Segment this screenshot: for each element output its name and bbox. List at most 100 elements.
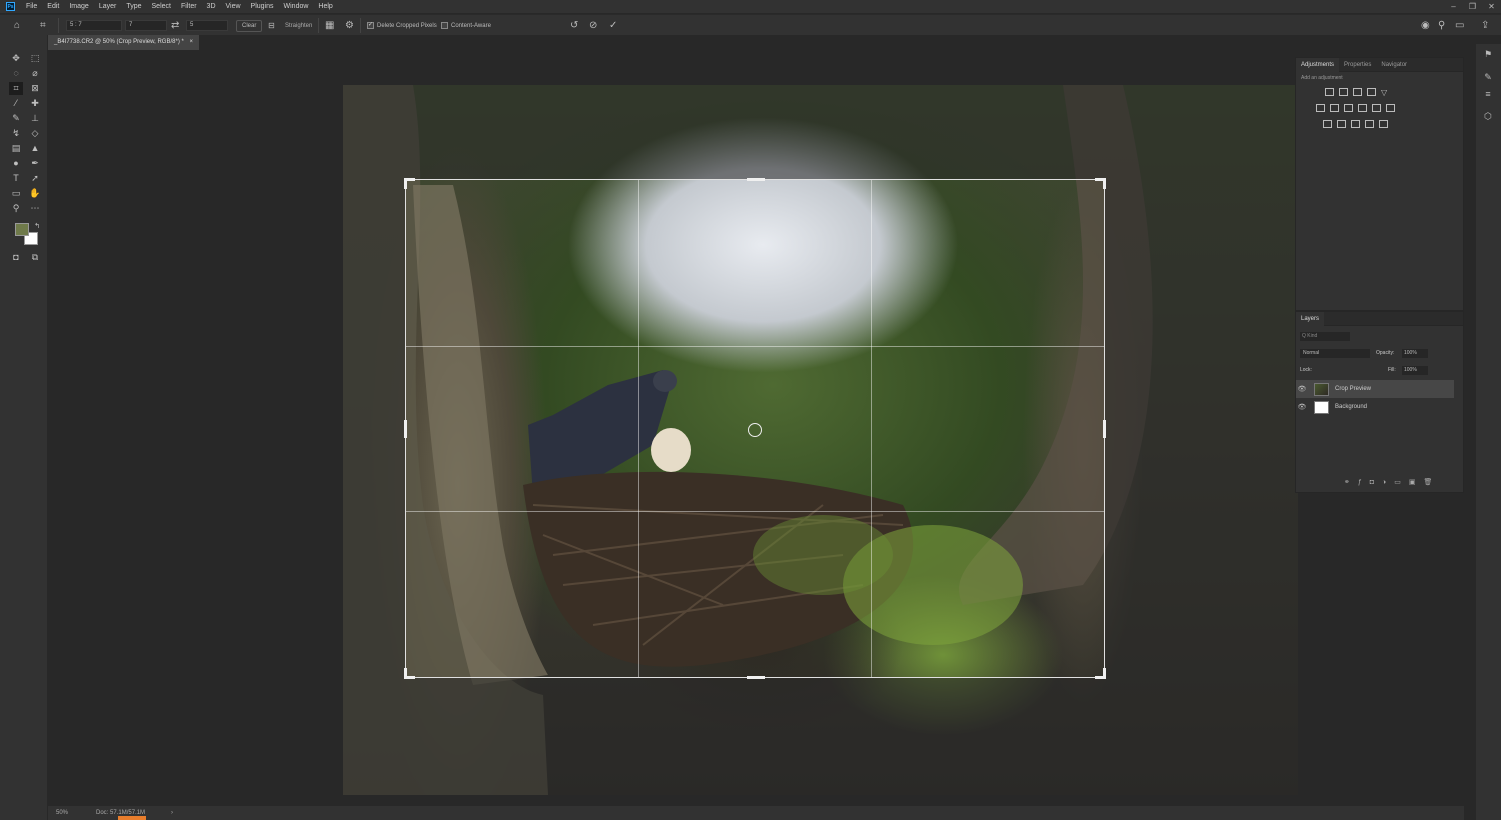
history-brush-tool-icon[interactable]: ↯ <box>9 127 23 140</box>
brush-settings-icon[interactable]: ✎ <box>1482 72 1494 84</box>
search-icon[interactable]: ⚲ <box>1438 20 1445 31</box>
quick-mask-icon[interactable]: ◘ <box>9 251 23 264</box>
channel-mixer-icon[interactable] <box>1372 104 1381 112</box>
foreground-color-swatch[interactable] <box>15 223 29 236</box>
brightness-icon[interactable] <box>1325 88 1334 96</box>
photo-filter-icon[interactable] <box>1358 104 1367 112</box>
ratio-preset-select[interactable]: 5 : 7 <box>66 20 122 31</box>
black-white-icon[interactable] <box>1344 104 1353 112</box>
gradient-map-icon[interactable] <box>1379 120 1388 128</box>
home-icon[interactable]: ⌂ <box>14 20 20 31</box>
levels-icon[interactable] <box>1339 88 1348 96</box>
hue-saturation-icon[interactable] <box>1316 104 1325 112</box>
crop-width-input[interactable]: 7 <box>125 20 167 31</box>
crop-handle-top-left[interactable] <box>404 178 407 189</box>
menu-3d[interactable]: 3D <box>202 0 221 13</box>
rectangle-tool-icon[interactable]: ▭ <box>9 187 23 200</box>
content-aware-checkbox[interactable] <box>441 22 448 29</box>
threshold-icon[interactable] <box>1351 120 1360 128</box>
eraser-tool-icon[interactable]: ◇ <box>28 127 42 140</box>
menu-window[interactable]: Window <box>279 0 314 13</box>
hand-tool-icon[interactable]: ✋ <box>28 187 42 200</box>
eyedropper-tool-icon[interactable]: ⁄ <box>9 97 23 110</box>
blur-tool-icon[interactable]: ▲ <box>28 142 42 155</box>
crop-handle-left[interactable] <box>404 420 407 438</box>
menu-image[interactable]: Image <box>64 0 93 13</box>
marquee-tool-icon[interactable]: ⬚ <box>28 52 42 65</box>
minimize-button[interactable]: – <box>1444 0 1463 13</box>
tab-adjustments[interactable]: Adjustments <box>1296 57 1340 72</box>
lasso-tool-icon[interactable]: ◌ <box>9 67 23 80</box>
gear-icon[interactable]: ⚙ <box>345 20 354 31</box>
workspace-icon[interactable]: ▭ <box>1455 20 1464 31</box>
menu-select[interactable]: Select <box>147 0 176 13</box>
screen-mode-icon[interactable]: ⧉ <box>28 251 42 264</box>
swap-dimensions-icon[interactable]: ⇄ <box>171 20 179 31</box>
layer-row-crop-preview[interactable]: 👁 Crop Preview <box>1296 380 1454 398</box>
crop-handle-bottom-left[interactable] <box>404 668 407 679</box>
opacity-input[interactable]: 100% <box>1402 349 1428 358</box>
menu-plugins[interactable]: Plugins <box>246 0 279 13</box>
vibrance-icon[interactable]: ▽ <box>1381 88 1390 97</box>
selective-color-icon[interactable] <box>1365 120 1374 128</box>
frame-tool-icon[interactable]: ⊠ <box>28 82 42 95</box>
overlay-grid-icon[interactable]: ▦ <box>325 20 334 31</box>
eye-icon[interactable]: 👁 <box>1296 403 1308 411</box>
healing-brush-tool-icon[interactable]: ✚ <box>28 97 42 110</box>
share-icon[interactable]: ⇪ <box>1481 20 1489 31</box>
clear-button[interactable]: Clear <box>236 19 263 32</box>
crop-handle-bottom[interactable] <box>747 676 765 679</box>
posterize-icon[interactable] <box>1337 120 1346 128</box>
crop-tool-icon[interactable]: ⌗ <box>9 82 23 95</box>
cancel-crop-icon[interactable]: ⊘ <box>589 20 597 31</box>
crop-handle-top[interactable] <box>747 178 765 181</box>
commit-crop-icon[interactable]: ✓ <box>609 20 617 31</box>
restore-button[interactable]: ❐ <box>1463 0 1482 13</box>
gradient-tool-icon[interactable]: ▤ <box>9 142 23 155</box>
tab-layers[interactable]: Layers <box>1296 311 1325 326</box>
color-balance-icon[interactable] <box>1330 104 1339 112</box>
crop-tool-icon[interactable]: ⌗ <box>40 20 46 31</box>
close-tab-icon[interactable]: × <box>190 39 194 45</box>
straighten-icon[interactable]: ⊟ <box>268 21 275 30</box>
move-tool-icon[interactable]: ✥ <box>9 52 23 65</box>
layer-filter-search[interactable]: Q Kind <box>1300 332 1350 341</box>
adjustments-strip-icon[interactable]: ≡ <box>1482 89 1494 101</box>
blend-mode-select[interactable]: Normal <box>1300 349 1370 358</box>
crop-height-input[interactable]: 5 <box>186 20 228 31</box>
photoshop-logo-icon[interactable]: Ps <box>6 2 15 11</box>
menu-view[interactable]: View <box>221 0 246 13</box>
tab-properties[interactable]: Properties <box>1339 58 1376 72</box>
layer-row-background[interactable]: 👁 Background <box>1296 398 1454 416</box>
fill-input[interactable]: 100% <box>1402 366 1428 375</box>
delete-cropped-checkbox[interactable]: ✓ <box>367 22 374 29</box>
brush-tool-icon[interactable]: ✎ <box>9 112 23 125</box>
zoom-tool-icon[interactable]: ⚲ <box>9 202 23 215</box>
crop-handle-top-right[interactable] <box>1103 178 1106 189</box>
3d-cube-icon[interactable]: ⬡ <box>1482 111 1494 123</box>
dodge-tool-icon[interactable]: ● <box>9 157 23 170</box>
curves-icon[interactable] <box>1353 88 1362 96</box>
eye-icon[interactable]: 👁 <box>1296 385 1308 393</box>
pen-tool-icon[interactable]: ✒ <box>28 157 42 170</box>
share-user-icon[interactable]: ◉ <box>1421 20 1430 31</box>
straighten-label[interactable]: Straighten <box>285 23 312 29</box>
swap-colors-icon[interactable]: ↰ <box>30 220 44 233</box>
menu-help[interactable]: Help <box>313 0 337 13</box>
type-tool-icon[interactable]: T <box>9 172 23 185</box>
zoom-level[interactable]: 50% <box>56 810 68 816</box>
crop-handle-right[interactable] <box>1103 420 1106 438</box>
close-window-button[interactable]: ✕ <box>1482 0 1501 13</box>
libraries-icon[interactable]: ⚑ <box>1482 49 1494 61</box>
stamp-tool-icon[interactable]: ⊥ <box>28 112 42 125</box>
status-menu-arrow-icon[interactable]: › <box>171 810 173 816</box>
reset-icon[interactable]: ↺ <box>570 20 578 31</box>
invert-icon[interactable] <box>1323 120 1332 128</box>
more-tools-icon[interactable]: ⋯ <box>28 202 42 215</box>
tab-navigator[interactable]: Navigator <box>1376 58 1412 72</box>
crop-handle-bottom-right[interactable] <box>1103 668 1106 679</box>
layer-actions-bar[interactable]: ⚭ƒ◘◑▭▣🗑 <box>1344 478 1440 486</box>
exposure-icon[interactable] <box>1367 88 1376 96</box>
menu-filter[interactable]: Filter <box>176 0 202 13</box>
menu-edit[interactable]: Edit <box>42 0 64 13</box>
